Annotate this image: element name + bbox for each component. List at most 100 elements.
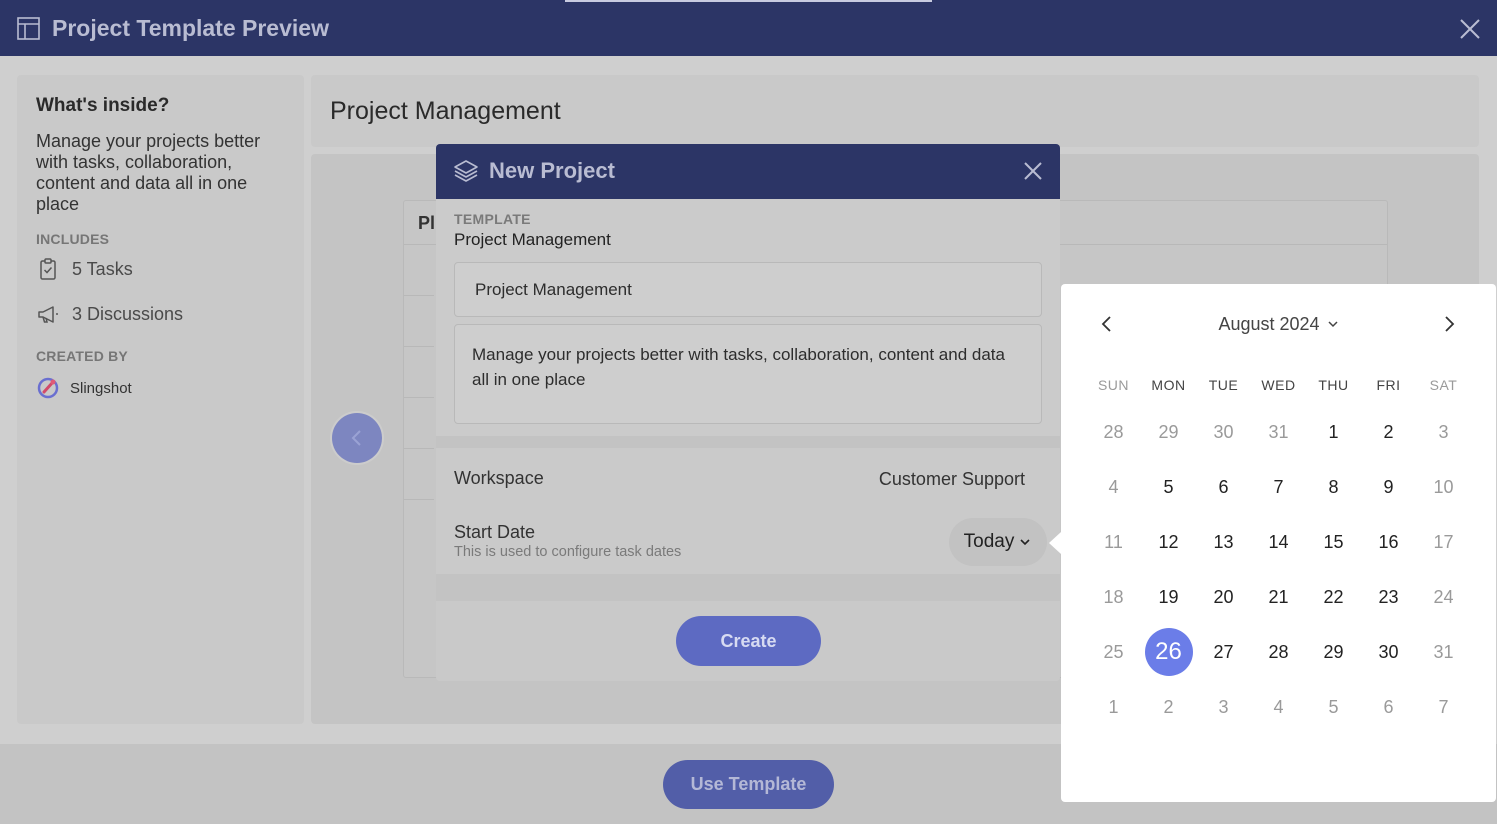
chevron-down-icon — [1020, 539, 1030, 546]
calendar-day[interactable]: 31 — [1420, 628, 1468, 676]
calendar-day[interactable]: 2 — [1145, 683, 1193, 731]
title-bar: Project Template Preview — [0, 0, 1497, 56]
calendar-day[interactable]: 15 — [1310, 518, 1358, 566]
calendar-day[interactable]: 10 — [1420, 463, 1468, 511]
calendar-day[interactable]: 4 — [1255, 683, 1303, 731]
calendar-day[interactable]: 5 — [1145, 463, 1193, 511]
calendar-day[interactable]: 27 — [1200, 628, 1248, 676]
calendar-day[interactable]: 16 — [1365, 518, 1413, 566]
calendar-day[interactable]: 20 — [1200, 573, 1248, 621]
popover-arrow — [1049, 532, 1061, 554]
calendar-day[interactable]: 18 — [1090, 573, 1138, 621]
calendar-day[interactable]: 31 — [1255, 408, 1303, 456]
calendar-day[interactable]: 2 — [1365, 408, 1413, 456]
weekday-label-fri: FRI — [1376, 377, 1401, 393]
created-by-label: CREATED BY — [36, 348, 128, 364]
calendar-day[interactable]: 30 — [1200, 408, 1248, 456]
calendar-day[interactable]: 3 — [1420, 408, 1468, 456]
calendar-day[interactable]: 28 — [1255, 628, 1303, 676]
new-project-dialog: New Project TEMPLATE Project Management … — [436, 144, 1060, 681]
close-icon[interactable] — [1459, 18, 1481, 40]
month-selector[interactable]: August 2024 — [1061, 314, 1496, 335]
close-icon[interactable] — [1023, 161, 1043, 181]
project-name-input[interactable] — [454, 262, 1042, 317]
calendar-day[interactable]: 3 — [1200, 683, 1248, 731]
create-button[interactable]: Create — [676, 616, 821, 666]
start-date-label: Start Date — [454, 522, 536, 542]
creator-name: Slingshot — [70, 379, 132, 397]
include-item-discussions: 3 Discussions — [36, 302, 285, 326]
calendar-day[interactable]: 7 — [1255, 463, 1303, 511]
includes-label: INCLUDES — [36, 231, 110, 247]
slingshot-logo-icon — [37, 377, 59, 399]
use-template-button[interactable]: Use Template — [663, 760, 834, 809]
project-description-input[interactable]: Manage your projects better with tasks, … — [454, 324, 1042, 424]
divider — [436, 436, 1060, 448]
weekday-label-sat: SAT — [1429, 377, 1458, 393]
dialog-title: New Project — [489, 158, 615, 183]
start-date-dropdown[interactable]: Today — [949, 518, 1047, 566]
template-description: Manage your projects better with tasks, … — [36, 131, 261, 214]
calendar-day[interactable]: 6 — [1200, 463, 1248, 511]
weekday-label-sun: SUN — [1097, 377, 1130, 393]
template-title: Project Management — [330, 97, 561, 125]
calendar-day[interactable]: 1 — [1090, 683, 1138, 731]
calendar-day[interactable]: 29 — [1310, 628, 1358, 676]
chevron-left-icon — [351, 430, 361, 446]
calendar-day[interactable]: 25 — [1090, 628, 1138, 676]
include-label: 3 Discussions — [72, 303, 184, 324]
workspace-selector[interactable]: Customer Support — [879, 469, 1025, 490]
weekday-label-thu: THU — [1318, 377, 1349, 393]
calendar-day[interactable]: 23 — [1365, 573, 1413, 621]
calendar-day[interactable]: 11 — [1090, 518, 1138, 566]
template-info-panel: What's inside? Manage your projects bett… — [17, 75, 304, 724]
creator: Slingshot — [36, 376, 285, 400]
calendar-day[interactable]: 8 — [1310, 463, 1358, 511]
weekday-label-tue: TUE — [1208, 377, 1239, 393]
calendar-day[interactable]: 12 — [1145, 518, 1193, 566]
start-date-value: Today — [963, 531, 1015, 552]
preview-row — [404, 245, 434, 296]
preview-row — [404, 449, 434, 500]
calendar-day[interactable]: 9 — [1365, 463, 1413, 511]
calendar-day[interactable]: 7 — [1420, 683, 1468, 731]
dialog-header: New Project — [436, 144, 1060, 199]
workspace-label: Workspace — [454, 468, 544, 488]
chevron-right-icon[interactable] — [1437, 312, 1461, 336]
whats-inside-heading: What's inside? — [36, 95, 170, 116]
calendar-day[interactable]: 14 — [1255, 518, 1303, 566]
start-date-hint: This is used to configure task dates — [454, 544, 682, 560]
carousel-prev-button[interactable] — [332, 413, 382, 463]
calendar-day[interactable]: 21 — [1255, 573, 1303, 621]
calendar-day[interactable]: 22 — [1310, 573, 1358, 621]
calendar-day[interactable]: 29 — [1145, 408, 1193, 456]
month-label: August 2024 — [1218, 314, 1320, 334]
calendar-day-selected[interactable]: 26 — [1144, 628, 1193, 676]
template-value: Project Management — [454, 230, 611, 249]
megaphone-icon — [38, 306, 58, 323]
calendar-day[interactable]: 19 — [1145, 573, 1193, 621]
calendar-day[interactable]: 28 — [1090, 408, 1138, 456]
calendar-day[interactable]: 1 — [1310, 408, 1358, 456]
include-label: 5 Tasks — [72, 258, 133, 279]
calendar-day[interactable]: 13 — [1200, 518, 1248, 566]
calendar-day[interactable]: 17 — [1420, 518, 1468, 566]
preview-card-title: Pl — [418, 213, 436, 233]
preview-row — [404, 347, 434, 398]
divider — [436, 574, 1060, 601]
chevron-down-icon — [1328, 321, 1338, 328]
date-picker: August 2024 SUN MON TUE WED THU FRI SAT 28 29 30 3… — [1061, 284, 1496, 802]
layers-icon — [454, 160, 478, 182]
calendar-day[interactable]: 24 — [1420, 573, 1468, 621]
layout-icon — [17, 17, 40, 40]
calendar-day[interactable]: 4 — [1090, 463, 1138, 511]
calendar-day[interactable]: 5 — [1310, 683, 1358, 731]
calendar-day[interactable]: 30 — [1365, 628, 1413, 676]
template-title-panel: Project Management — [311, 75, 1479, 147]
window-title: Project Template Preview — [52, 15, 329, 41]
weekday-label-wed: WED — [1261, 377, 1296, 393]
preview-row — [404, 296, 434, 347]
include-item-tasks: 5 Tasks — [36, 257, 285, 281]
preview-row — [404, 398, 434, 449]
calendar-day[interactable]: 6 — [1365, 683, 1413, 731]
